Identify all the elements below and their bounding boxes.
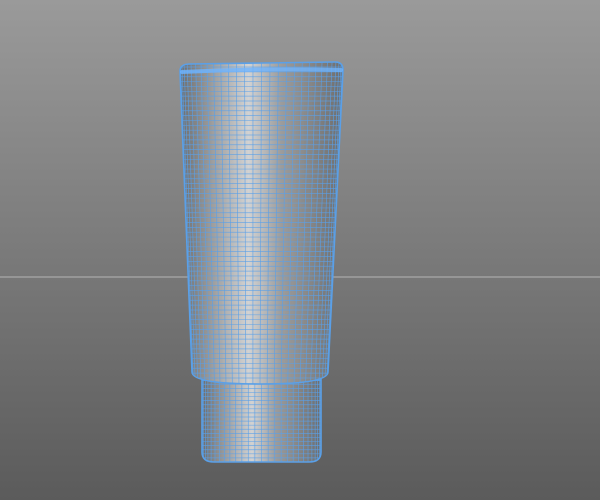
tube-body[interactable] — [179, 61, 344, 386]
3d-viewport[interactable] — [0, 0, 600, 500]
viewport-canvas[interactable] — [0, 0, 600, 500]
tube-mesh[interactable] — [179, 61, 344, 464]
